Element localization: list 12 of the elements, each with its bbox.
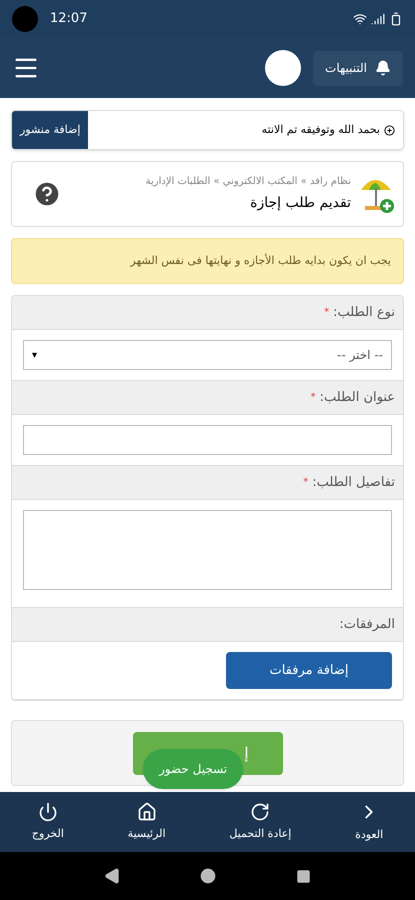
required-mark: *: [324, 306, 330, 320]
alert-message: يجب ان يكون بدايه طلب الأجازه و نهايتها فى نفس الشهر: [130, 252, 391, 269]
field-label: تفاصيل الطلب:: [312, 474, 395, 492]
page-title: تقديم طلب إجازة: [249, 194, 351, 213]
status-time: 12:07: [50, 10, 88, 28]
field-label: نوع الطلب:: [333, 304, 395, 322]
ticker-text: بحمد الله وتوفيقه تم الانته: [88, 122, 403, 138]
required-mark: *: [303, 476, 308, 490]
breadcrumb: نظام رافد » المكتب الالكتروني » الطلبات الإدارية: [144, 175, 351, 189]
required-mark: *: [310, 391, 316, 405]
field-label: عنوان الطلب:: [320, 388, 395, 407]
field-label: المرفقات:: [339, 616, 395, 634]
